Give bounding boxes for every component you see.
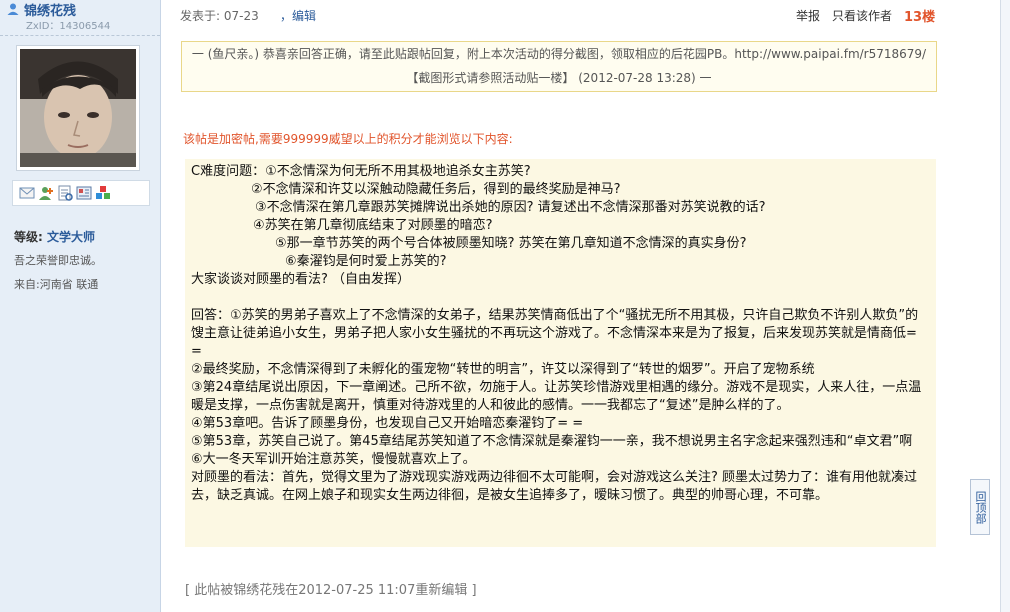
floor-number: 13楼 xyxy=(904,10,936,25)
question-line: 大家谈谈对顾墨的看法? （自由发挥） xyxy=(191,272,411,287)
edited-note: [ 此帖被锦绣花残在2012-07-25 11:07重新编辑 ] xyxy=(185,583,477,598)
profile-icon[interactable] xyxy=(57,185,73,201)
question-line: ③不念情深在第几章跟苏笑摊牌说出杀她的原因? 请复述出不念情深那番对苏笑说教的话… xyxy=(255,200,766,215)
user-location: 来自:河南省 联通 xyxy=(14,278,99,291)
reward-notice: 一 (鱼尺亲。) 恭喜亲回答正确，请至此贴跟帖回复，附上本次活动的得分截图，领取… xyxy=(181,41,937,92)
avatar[interactable] xyxy=(16,45,140,171)
answer-paragraph: ⑥大一冬天军训开始注意苏笑，慢慢就喜欢上了。 xyxy=(191,452,476,467)
answer-paragraph: ④第53章吧。告诉了顾墨身份，也发现自己又开始暗恋秦濯钧了= = xyxy=(191,416,584,431)
answer-paragraph: ②最终奖励，不念情深得到了未孵化的蛋宠物“转世的明言”，许艾以深得到了“转世的烟… xyxy=(191,362,815,377)
post-date: 发表于: 07-23 xyxy=(180,9,259,23)
question-line: C难度问题：①不念情深为何无所不用其极地追杀女主苏笑? xyxy=(191,164,531,179)
encrypted-post-note: 该帖是加密帖,需要999999威望以上的积分才能浏览以下内容: xyxy=(183,132,513,146)
back-to-top-button[interactable]: 回顶部 xyxy=(970,479,990,535)
post-content: C难度问题：①不念情深为何无所不用其极地追杀女主苏笑? ②不念情深和许艾以深触动… xyxy=(185,159,936,547)
post-header: 发表于: 07-23 ，编辑 举报 只看该作者 13楼 xyxy=(180,7,940,25)
answer-paragraph: 对顾墨的看法：首先，觉得文里为了游戏现实游戏两边徘徊不太可能啊，会对游戏这么关注… xyxy=(191,470,918,503)
sidebar-divider xyxy=(0,35,160,36)
username-row: 锦绣花残 xyxy=(6,0,76,19)
scrollbar-track[interactable] xyxy=(1000,0,1010,612)
username[interactable]: 锦绣花残 xyxy=(24,0,76,19)
report-button[interactable]: 举报 xyxy=(796,7,820,24)
question-line: ⑥秦濯钧是何时爱上苏笑的? xyxy=(285,254,447,269)
rank-value: 文学大师 xyxy=(47,230,96,244)
add-friend-icon[interactable] xyxy=(38,185,54,201)
user-icon xyxy=(7,3,19,15)
question-line: ④苏笑在第几章彻底结束了对顾墨的暗恋? xyxy=(253,218,493,233)
message-icon[interactable] xyxy=(19,185,35,201)
groups-icon[interactable] xyxy=(95,185,111,201)
rank-label: 等级: xyxy=(14,230,43,244)
notice-text: 一 (鱼尺亲。) 恭喜亲回答正确，请至此贴跟帖回复，附上本次活动的得分截图，领取… xyxy=(191,47,927,85)
only-author-button[interactable]: 只看该作者 xyxy=(832,7,892,24)
back-to-top-label: 回顶部 xyxy=(974,490,987,524)
avatar-image xyxy=(20,49,136,167)
post-page: 锦绣花残 ZxID：14306544 等级: 文学大师 吾之荣誉即忠诚。 来自:… xyxy=(0,0,1010,612)
info-card-icon[interactable] xyxy=(76,185,92,201)
answer-paragraph: 回答：①苏笑的男弟子喜欢上了不念情深的女弟子，结果苏笑情商低出了个“骚扰无所不用… xyxy=(191,308,919,359)
question-line: ②不念情深和许艾以深触动隐藏任务后，得到的最终奖励是神马? xyxy=(251,182,621,197)
answer-paragraph: ③第24章结尾说出原因，下一章阐述。己所不欲，勿施于人。让苏笑珍惜游戏里相遇的缘… xyxy=(191,380,922,413)
question-line: ⑤那一章节苏笑的两个号合体被顾墨知晓? 苏笑在第几章知道不念情深的真实身份? xyxy=(275,236,747,251)
user-rank: 等级: 文学大师 xyxy=(14,228,95,245)
user-sidebar: 锦绣花残 ZxID：14306544 等级: 文学大师 吾之荣誉即忠诚。 来自:… xyxy=(0,0,161,612)
user-signature: 吾之荣誉即忠诚。 xyxy=(14,254,102,267)
edit-link[interactable]: ，编辑 xyxy=(280,7,316,24)
answer-paragraph: ⑤第53章，苏笑自己说了。第45章结尾苏笑知道了不念情深就是秦濯钧一一亲，我不想… xyxy=(191,434,913,449)
user-id: ZxID：14306544 xyxy=(26,21,111,32)
profile-action-bar xyxy=(12,180,150,206)
